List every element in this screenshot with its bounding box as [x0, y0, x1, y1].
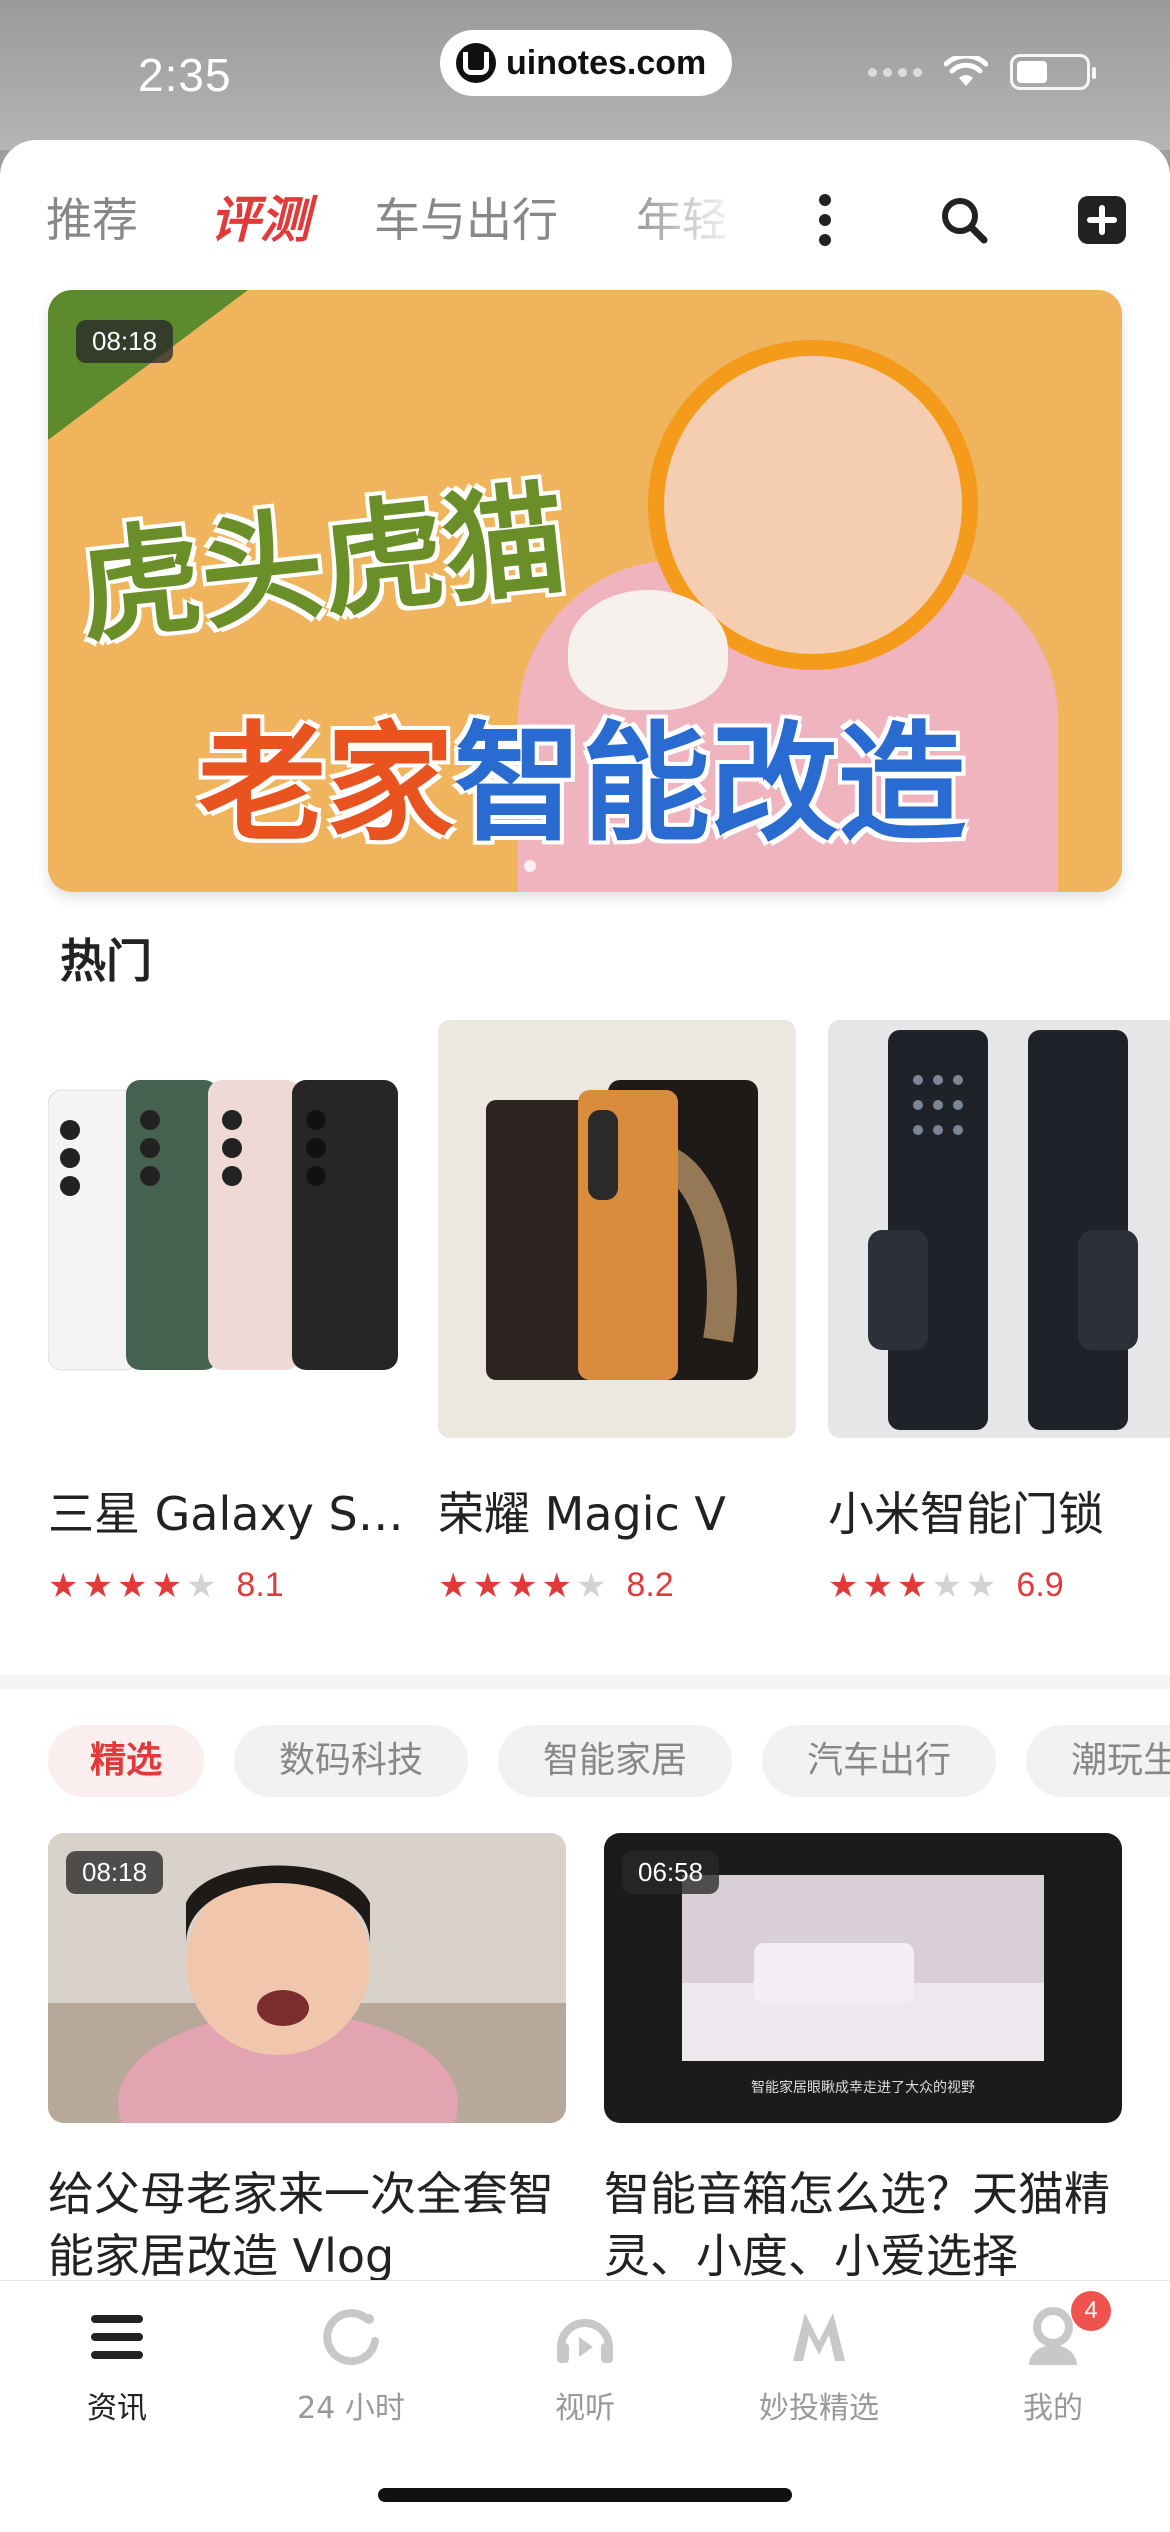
star-rating: ★ ★ ★ ★ ★: [48, 1565, 217, 1606]
m-logo-icon: [787, 2305, 851, 2369]
site-logo-icon: [456, 43, 496, 83]
product-name: 三星 Galaxy S22: [48, 1487, 406, 1541]
section-title-hot: 热门: [60, 934, 152, 988]
tab-recommend[interactable]: 推荐: [46, 180, 138, 260]
chip-digital[interactable]: 数码科技: [234, 1725, 468, 1797]
product-card[interactable]: 三星 Galaxy S22 ★ ★ ★ ★ ★ 8.1: [48, 1020, 406, 1605]
signal-dots-icon: [868, 67, 922, 77]
video-thumbnail: 06:58 智能家居眼瞅成幸走进了大众的视野: [604, 1833, 1122, 2123]
tab-news[interactable]: 资讯: [17, 2305, 217, 2427]
battery-icon: [1010, 54, 1096, 90]
headphones-play-icon: [553, 2305, 617, 2369]
product-image: [438, 1020, 796, 1438]
status-indicators: [868, 54, 1096, 90]
tab-review[interactable]: 评测: [210, 180, 310, 260]
url-text: uinotes.com: [506, 43, 707, 82]
video-duration: 06:58: [622, 1851, 720, 1894]
video-title: 给父母老家来一次全套智能家居改造 Vlog: [48, 2167, 554, 2283]
product-card[interactable]: 小米智能门锁 ★ ★ ★ ★ ★ 6.9: [828, 1020, 1170, 1605]
product-score: 8.2: [626, 1566, 674, 1604]
tab-label: 资讯: [87, 2391, 147, 2426]
add-square-icon[interactable]: [1072, 190, 1132, 250]
main-sheet: 推荐 评测 车与出行 年轻 虎头虎猫 老家智能改造 08:18 热门: [0, 140, 1170, 2532]
news-list-icon: [85, 2305, 149, 2369]
video-duration: 08:18: [66, 1851, 164, 1894]
status-bar: 2:35 uinotes.com: [0, 0, 1170, 150]
tab-label: 视听: [555, 2391, 615, 2426]
url-pill[interactable]: uinotes.com: [440, 30, 732, 96]
notification-badge: 4: [1071, 2291, 1111, 2331]
tab-24h[interactable]: 24 小时: [251, 2305, 451, 2427]
carousel-indicator: [524, 860, 536, 872]
chip-auto[interactable]: 汽车出行: [762, 1725, 996, 1797]
more-vertical-icon[interactable]: [795, 190, 855, 250]
tab-label: 我的: [1023, 2391, 1083, 2426]
status-time: 2:35: [138, 49, 232, 101]
banner-title-line2: 老家智能改造: [198, 680, 966, 865]
banner-title-blue: 智能改造: [454, 710, 967, 859]
video-title: 智能音箱怎么选？天猫精灵、小度、小爱选择: [604, 2167, 1110, 2283]
product-image: [48, 1020, 406, 1438]
banner-title-red: 老家: [198, 710, 455, 859]
product-name: 小米智能门锁: [828, 1487, 1104, 1541]
tab-fade: [620, 180, 740, 260]
video-card[interactable]: 08:18 给父母老家来一次全套智能家居改造 Vlog: [48, 1833, 566, 2287]
tab-label: 妙投精选: [759, 2391, 879, 2426]
product-rating: ★ ★ ★ ★ ★ 6.9: [828, 1566, 1170, 1605]
product-rating: ★ ★ ★ ★ ★ 8.1: [48, 1566, 406, 1605]
star-rating: ★ ★ ★ ★ ★: [438, 1565, 607, 1606]
banner-title-line1: 虎头虎猫: [72, 467, 573, 661]
home-indicator: [378, 2488, 792, 2502]
product-image: [828, 1020, 1170, 1438]
banner-corner: [48, 290, 248, 440]
star-rating: ★ ★ ★ ★ ★: [828, 1565, 997, 1606]
refresh-circle-icon: [319, 2305, 383, 2369]
chip-lifestyle[interactable]: 潮玩生活: [1026, 1725, 1170, 1797]
tab-me[interactable]: 4 我的: [953, 2291, 1153, 2427]
profile-icon: 4: [1021, 2291, 1111, 2369]
product-name: 荣耀 Magic V: [438, 1487, 726, 1541]
tab-travel[interactable]: 车与出行: [374, 180, 558, 260]
product-score: 6.9: [1016, 1566, 1064, 1604]
video-thumbnail: 08:18: [48, 1833, 566, 2123]
product-score: 8.1: [236, 1566, 284, 1604]
product-rating: ★ ★ ★ ★ ★ 8.2: [438, 1566, 796, 1605]
tab-label: 24 小时: [297, 2391, 405, 2426]
video-caption: 智能家居眼瞅成幸走进了大众的视野: [751, 2080, 975, 2096]
featured-banner[interactable]: 虎头虎猫 老家智能改造 08:18: [48, 290, 1122, 892]
section-divider: [0, 1675, 1170, 1689]
search-icon[interactable]: [934, 190, 994, 250]
chip-smart-home[interactable]: 智能家居: [498, 1725, 732, 1797]
product-card[interactable]: 荣耀 Magic V ★ ★ ★ ★ ★ 8.2: [438, 1020, 796, 1605]
tab-audio[interactable]: 视听: [485, 2305, 685, 2427]
top-nav: 推荐 评测 车与出行 年轻: [0, 180, 1170, 260]
chip-featured[interactable]: 精选: [48, 1725, 204, 1797]
video-card[interactable]: 06:58 智能家居眼瞅成幸走进了大众的视野 智能音箱怎么选？天猫精灵、小度、小…: [604, 1833, 1122, 2287]
wifi-icon: [944, 56, 988, 86]
tab-picks[interactable]: 妙投精选: [719, 2305, 919, 2427]
banner-duration: 08:18: [76, 320, 174, 363]
